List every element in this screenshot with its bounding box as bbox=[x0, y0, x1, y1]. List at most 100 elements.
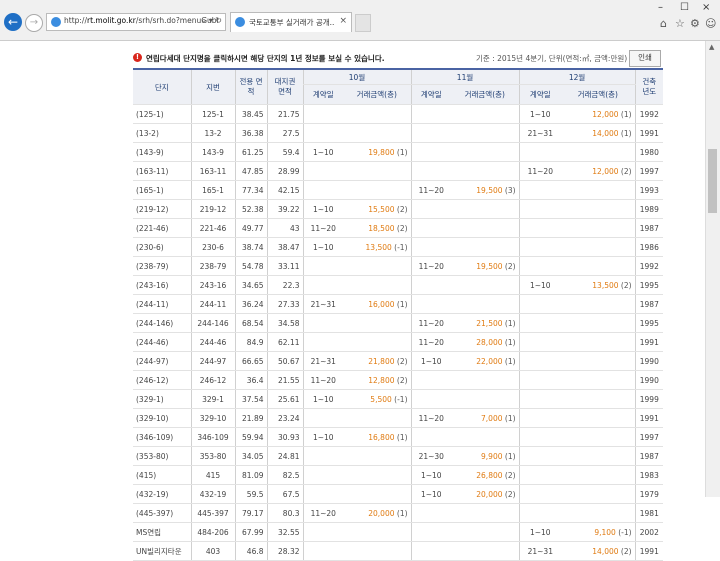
built-year-cell: 1991 bbox=[634, 408, 664, 428]
complex-name-link[interactable]: (415) bbox=[133, 465, 191, 485]
contract-day-cell bbox=[518, 351, 562, 371]
lot-cell: 125-1 bbox=[190, 104, 235, 124]
price-cell bbox=[451, 370, 520, 390]
built-year-cell: 1990 bbox=[634, 351, 664, 371]
price-cell: 15,500 (2) bbox=[343, 199, 412, 219]
contract-day-cell bbox=[410, 104, 452, 124]
contract-day-cell: 11~20 bbox=[410, 313, 452, 333]
price-cell bbox=[451, 218, 520, 238]
exclusive-area-cell: 54.78 bbox=[234, 256, 267, 276]
price-cell bbox=[561, 503, 636, 523]
home-icon[interactable]: ⌂ bbox=[660, 17, 667, 30]
smile-feedback-icon[interactable]: ☺ bbox=[705, 17, 716, 30]
built-year-cell: 1991 bbox=[634, 123, 664, 143]
table-row: (244-46) 244-46 84.9 62.11 11~20 28,000 (1) … bbox=[133, 332, 664, 352]
complex-name-link[interactable]: (163-11) bbox=[133, 161, 191, 181]
price-cell bbox=[561, 142, 636, 162]
complex-name-link[interactable]: MS연립 bbox=[133, 522, 191, 542]
lot-cell: 403 bbox=[190, 541, 235, 561]
print-button[interactable]: 인쇄 bbox=[629, 50, 661, 67]
gear-icon[interactable]: ⚙ bbox=[690, 17, 700, 30]
complex-name-link[interactable]: (143-9) bbox=[133, 142, 191, 162]
price-amount: 18,500 bbox=[368, 223, 395, 233]
favorites-star-icon[interactable]: ☆ bbox=[675, 17, 685, 30]
window-close-button[interactable]: × bbox=[702, 2, 710, 13]
search-icon[interactable]: ⌕ ▾ ↻ bbox=[202, 16, 222, 26]
complex-name-link[interactable]: (244-146) bbox=[133, 313, 191, 333]
price-cell bbox=[451, 389, 520, 409]
complex-name-link[interactable]: (165-1) bbox=[133, 180, 191, 200]
price-amount: 13,500 bbox=[365, 242, 392, 252]
minimize-button[interactable]: – bbox=[658, 2, 663, 13]
land-area-cell: 24.81 bbox=[266, 446, 303, 466]
exclusive-area-cell: 47.85 bbox=[234, 161, 267, 181]
complex-name-link[interactable]: (244-11) bbox=[133, 294, 191, 314]
complex-name-link[interactable]: (238-79) bbox=[133, 256, 191, 276]
price-cell: 16,800 (1) bbox=[343, 427, 412, 447]
price-cell: 20,000 (1) bbox=[343, 503, 412, 523]
back-button[interactable]: ← bbox=[4, 13, 22, 31]
price-amount: 16,000 bbox=[368, 299, 395, 309]
scrollbar-thumb[interactable] bbox=[708, 149, 717, 213]
complex-name-link[interactable]: (329-1) bbox=[133, 389, 191, 409]
contract-day-cell bbox=[410, 522, 452, 542]
complex-name-link[interactable]: (125-1) bbox=[133, 104, 191, 124]
complex-name-link[interactable]: (244-97) bbox=[133, 351, 191, 371]
price-amount: 5,500 bbox=[370, 394, 392, 404]
exclusive-area-cell: 36.38 bbox=[234, 123, 267, 143]
floor-count: (2) bbox=[396, 375, 408, 385]
complex-name-link[interactable]: (13-2) bbox=[133, 123, 191, 143]
lot-cell: 415 bbox=[190, 465, 235, 485]
complex-name-link[interactable]: (432-19) bbox=[133, 484, 191, 504]
price-amount: 12,000 bbox=[592, 166, 619, 176]
price-cell bbox=[451, 522, 520, 542]
price-cell: 20,000 (2) bbox=[451, 484, 520, 504]
complex-name-link[interactable]: (244-46) bbox=[133, 332, 191, 352]
floor-count: (1) bbox=[620, 109, 632, 119]
forward-button[interactable]: → bbox=[25, 14, 43, 32]
complex-name-link[interactable]: (230-6) bbox=[133, 237, 191, 257]
price-amount: 12,800 bbox=[368, 375, 395, 385]
built-year-cell: 1989 bbox=[634, 199, 664, 219]
price-cell bbox=[451, 199, 520, 219]
contract-day-cell bbox=[518, 484, 562, 504]
maximize-button[interactable]: ☐ bbox=[680, 2, 689, 13]
contract-day-cell bbox=[410, 237, 452, 257]
complex-name-link[interactable]: (445-397) bbox=[133, 503, 191, 523]
price-cell: 18,500 (2) bbox=[343, 218, 412, 238]
close-tab-icon[interactable]: × bbox=[339, 16, 347, 26]
lot-cell: 244-46 bbox=[190, 332, 235, 352]
price-cell bbox=[561, 465, 636, 485]
price-cell: 12,800 (2) bbox=[343, 370, 412, 390]
vertical-scrollbar[interactable]: ▲ bbox=[705, 41, 720, 497]
complex-name-link[interactable]: (243-16) bbox=[133, 275, 191, 295]
tab-molit[interactable]: 국토교통부 실거래가 공개... × bbox=[230, 12, 352, 32]
scroll-up-icon[interactable]: ▲ bbox=[709, 43, 714, 51]
price-cell bbox=[451, 275, 520, 295]
complex-name-link[interactable]: (246-12) bbox=[133, 370, 191, 390]
address-bar[interactable]: http://rt.molit.go.kr/srh/srh.do?menuGub… bbox=[46, 13, 226, 31]
floor-count: (1) bbox=[504, 413, 516, 423]
complex-name-link[interactable]: (329-10) bbox=[133, 408, 191, 428]
price-cell bbox=[343, 408, 412, 428]
price-amount: 21,500 bbox=[476, 318, 503, 328]
exclusive-area-cell: 38.45 bbox=[234, 104, 267, 124]
exclusive-area-cell: 46.8 bbox=[234, 541, 267, 561]
complex-name-link[interactable]: (346-109) bbox=[133, 427, 191, 447]
complex-name-link[interactable]: (219-12) bbox=[133, 199, 191, 219]
price-amount: 19,500 bbox=[476, 185, 503, 195]
built-year-cell: 1987 bbox=[634, 446, 664, 466]
complex-name-link[interactable]: (221-46) bbox=[133, 218, 191, 238]
new-tab-button[interactable] bbox=[355, 14, 371, 32]
contract-day-cell: 1~10 bbox=[302, 237, 343, 257]
contract-day-cell bbox=[410, 427, 452, 447]
exclusive-area-cell: 37.54 bbox=[234, 389, 267, 409]
price-cell: 13,500 (-1) bbox=[343, 237, 412, 257]
complex-name-link[interactable]: (353-80) bbox=[133, 446, 191, 466]
price-cell: 21,500 (1) bbox=[451, 313, 520, 333]
complex-name-link[interactable]: UN빌리지타운 bbox=[133, 541, 191, 561]
contract-day-cell bbox=[302, 313, 343, 333]
lot-cell: 244-97 bbox=[190, 351, 235, 371]
exclusive-area-cell: 67.99 bbox=[234, 522, 267, 542]
contract-day-cell bbox=[410, 389, 452, 409]
